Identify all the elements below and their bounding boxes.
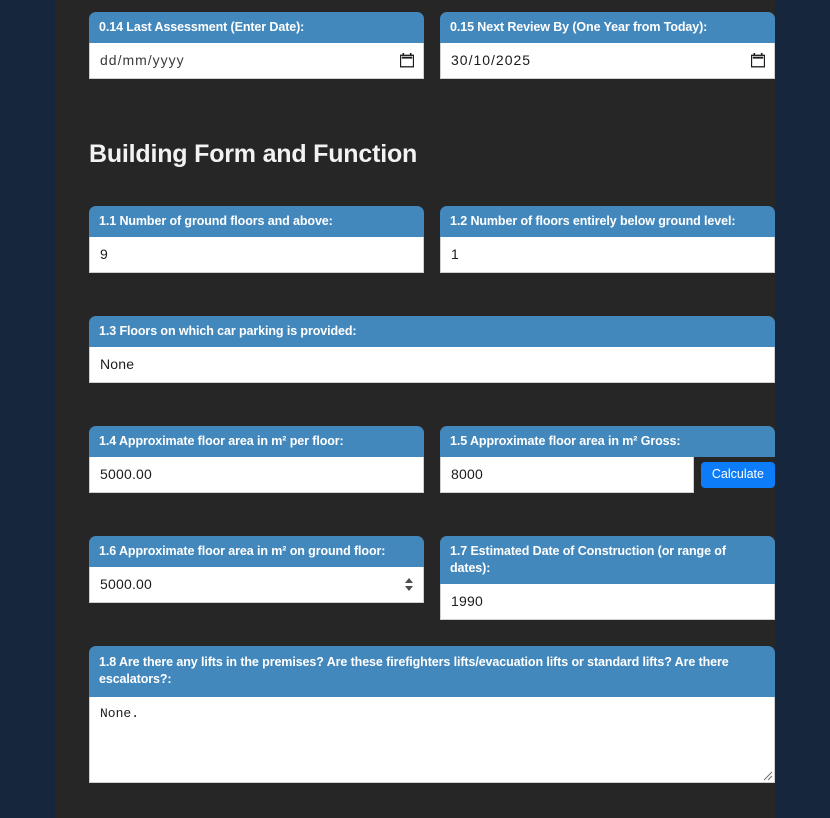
field-0-14-label: 0.14 Last Assessment (Enter Date): xyxy=(89,12,424,43)
resize-handle-icon[interactable] xyxy=(760,768,773,781)
field-1-5-control-group: 8000 Calculate xyxy=(440,456,775,493)
field-1-1-input[interactable]: 9 xyxy=(89,236,424,273)
field-1-1-ground-floors: 1.1 Number of ground floors and above: 9 xyxy=(89,206,424,273)
field-1-3-value: None xyxy=(100,356,135,373)
field-1-5-label: 1.5 Approximate floor area in m² Gross: xyxy=(440,426,775,457)
form-row-0-14-0-15: 0.14 Last Assessment (Enter Date): dd/mm… xyxy=(89,12,775,79)
field-0-14-last-assessment: 0.14 Last Assessment (Enter Date): dd/mm… xyxy=(89,12,424,79)
field-1-3-label: 1.3 Floors on which car parking is provi… xyxy=(89,316,775,347)
field-1-8-value: None. xyxy=(100,705,140,721)
calendar-icon[interactable] xyxy=(750,53,766,68)
form-row-1-8: 1.8 Are there any lifts in the premises?… xyxy=(89,646,775,783)
calendar-icon[interactable] xyxy=(399,53,415,68)
field-1-1-value: 9 xyxy=(100,246,108,263)
field-1-8-label: 1.8 Are there any lifts in the premises?… xyxy=(89,646,775,697)
field-1-8-lifts-escalators: 1.8 Are there any lifts in the premises?… xyxy=(89,646,775,783)
field-1-4-input[interactable]: 5000.00 xyxy=(89,456,424,493)
field-0-15-next-review: 0.15 Next Review By (One Year from Today… xyxy=(440,12,775,79)
field-1-6-label: 1.6 Approximate floor area in m² on grou… xyxy=(89,536,424,567)
field-1-5-value: 8000 xyxy=(451,466,483,483)
field-1-3-car-parking-floors: 1.3 Floors on which car parking is provi… xyxy=(89,316,775,383)
field-1-5-input[interactable]: 8000 xyxy=(440,456,694,493)
form-content-container: 0.14 Last Assessment (Enter Date): dd/mm… xyxy=(55,0,775,818)
calculate-button[interactable]: Calculate xyxy=(700,461,775,488)
field-1-4-label: 1.4 Approximate floor area in m² per flo… xyxy=(89,426,424,457)
field-1-1-label: 1.1 Number of ground floors and above: xyxy=(89,206,424,237)
spinner-down-icon[interactable] xyxy=(404,585,413,591)
field-0-15-label: 0.15 Next Review By (One Year from Today… xyxy=(440,12,775,43)
form-row-1-6-1-7: 1.6 Approximate floor area in m² on grou… xyxy=(89,536,775,620)
spinner-arrows-icon[interactable] xyxy=(402,573,415,595)
field-1-6-number-input[interactable]: 5000.00 xyxy=(89,566,424,603)
form-row-1-4-1-5: 1.4 Approximate floor area in m² per flo… xyxy=(89,426,775,493)
field-0-15-value: 30/10/2025 xyxy=(451,52,532,69)
page-title: Building Form and Function xyxy=(89,140,418,168)
field-1-4-area-per-floor: 1.4 Approximate floor area in m² per flo… xyxy=(89,426,424,493)
field-1-2-value: 1 xyxy=(451,246,459,263)
field-1-6-value: 5000.00 xyxy=(100,576,153,593)
field-0-15-date-input[interactable]: 30/10/2025 xyxy=(440,42,775,79)
field-1-5-area-gross: 1.5 Approximate floor area in m² Gross: … xyxy=(440,426,775,493)
field-1-6-area-ground-floor: 1.6 Approximate floor area in m² on grou… xyxy=(89,536,424,620)
field-1-8-textarea[interactable]: None. xyxy=(89,696,775,783)
field-1-7-construction-date: 1.7 Estimated Date of Construction (or r… xyxy=(440,536,775,620)
field-1-7-input[interactable]: 1990 xyxy=(440,583,775,620)
field-1-7-value: 1990 xyxy=(451,593,483,610)
field-1-7-label: 1.7 Estimated Date of Construction (or r… xyxy=(440,536,775,584)
field-0-14-value: dd/mm/yyyy xyxy=(100,52,185,69)
field-1-4-value: 5000.00 xyxy=(100,466,153,483)
field-1-2-label: 1.2 Number of floors entirely below grou… xyxy=(440,206,775,237)
field-1-3-input[interactable]: None xyxy=(89,346,775,383)
form-row-1-1-1-2: 1.1 Number of ground floors and above: 9… xyxy=(89,206,775,273)
field-1-2-below-ground-floors: 1.2 Number of floors entirely below grou… xyxy=(440,206,775,273)
field-1-2-input[interactable]: 1 xyxy=(440,236,775,273)
field-0-14-date-input[interactable]: dd/mm/yyyy xyxy=(89,42,424,79)
page-root: 0.14 Last Assessment (Enter Date): dd/mm… xyxy=(0,0,830,818)
form-row-1-3: 1.3 Floors on which car parking is provi… xyxy=(89,316,775,383)
spinner-up-icon[interactable] xyxy=(404,577,413,583)
